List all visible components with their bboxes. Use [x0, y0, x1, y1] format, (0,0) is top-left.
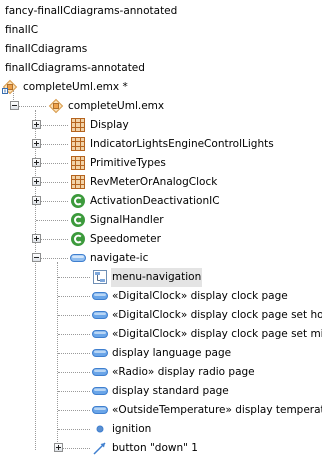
- collapse-icon[interactable]: [32, 253, 41, 262]
- tree-row[interactable]: «OutsideTemperature» display temperature…: [0, 401, 322, 420]
- tree-branch-connector: [58, 372, 90, 373]
- tree-item-label: Display: [90, 119, 129, 131]
- tree-item-label: «DigitalClock» display clock page set ho…: [112, 309, 322, 321]
- class-icon: [70, 212, 86, 228]
- tree-branch-connector: [58, 429, 90, 430]
- model-explorer-tree: fancy-finalICdiagrams-annotated finalIC fi…: [0, 0, 322, 455]
- tree-item-label: PrimitiveTypes: [90, 157, 166, 169]
- diagram-icon: [92, 269, 108, 285]
- tree-item-label: «Radio» display radio page: [112, 366, 255, 378]
- tree-branch-connector: [58, 296, 90, 297]
- tree-item-label: SignalHandler: [90, 214, 164, 226]
- tree-branch-connector: [58, 353, 90, 354]
- tree-item-label: «DigitalClock» display clock page: [112, 290, 288, 302]
- tree-row[interactable]: «Radio» display radio page: [0, 363, 322, 382]
- tree-item-label: RevMeterOrAnalogClock: [90, 176, 218, 188]
- tree-row[interactable]: finalICdiagrams-annotated: [0, 59, 322, 78]
- state-machine-icon: [70, 250, 86, 266]
- expand-icon[interactable]: [32, 234, 41, 243]
- tree-row[interactable]: SignalHandler: [0, 211, 322, 230]
- state-icon: [92, 326, 108, 342]
- tree-item-label: «OutsideTemperature» display temperature…: [112, 404, 322, 416]
- tree-item-label: completeUml.emx: [68, 100, 165, 112]
- tree-row[interactable]: ignition: [0, 420, 322, 439]
- tree-row[interactable]: button "down" 1: [0, 439, 322, 455]
- class-icon: [70, 193, 86, 209]
- initial-state-icon: [92, 421, 108, 437]
- expand-icon[interactable]: [32, 196, 41, 205]
- state-icon: [92, 364, 108, 380]
- tree-row[interactable]: RevMeterOrAnalogClock: [0, 173, 322, 192]
- state-icon: [92, 288, 108, 304]
- state-icon: [92, 402, 108, 418]
- tree-row[interactable]: Speedometer: [0, 230, 322, 249]
- tree-row[interactable]: «DigitalClock» display clock page set mi…: [0, 325, 322, 344]
- package-icon: [70, 136, 86, 152]
- tree-row[interactable]: IndicatorLightsEngineControlLights: [0, 135, 322, 154]
- state-icon: [92, 383, 108, 399]
- state-icon: [92, 345, 108, 361]
- expand-icon[interactable]: [32, 177, 41, 186]
- collapse-icon[interactable]: [10, 101, 19, 110]
- tree-branch-connector: [58, 391, 90, 392]
- tree-item-label: «DigitalClock» display clock page set mi…: [112, 328, 322, 340]
- state-icon: [92, 307, 108, 323]
- package-icon: [70, 155, 86, 171]
- package-icon: [70, 117, 86, 133]
- tree-item-label: completeUml.emx *: [23, 81, 128, 93]
- tree-row[interactable]: finalICdiagrams: [0, 40, 322, 59]
- tree-row[interactable]: PrimitiveTypes: [0, 154, 322, 173]
- expand-icon[interactable]: [54, 443, 63, 452]
- tree-row[interactable]: navigate-ic: [0, 249, 322, 268]
- uml-model-icon: [48, 98, 64, 114]
- tree-item-label: ignition: [112, 423, 152, 435]
- uml-model-file-icon: [2, 79, 18, 95]
- class-icon: [70, 231, 86, 247]
- expand-icon[interactable]: [32, 158, 41, 167]
- tree-branch-connector: [36, 220, 68, 221]
- tree-row[interactable]: Display: [0, 116, 322, 135]
- tree-item-label: IndicatorLightsEngineControlLights: [90, 138, 274, 150]
- tree-branch-connector: [58, 315, 90, 316]
- tree-row[interactable]: display language page: [0, 344, 322, 363]
- tree-item-label: finalICdiagrams: [5, 43, 88, 55]
- tree-item-label: fancy-finalICdiagrams-annotated: [5, 5, 178, 17]
- tree-row[interactable]: fancy-finalICdiagrams-annotated: [0, 2, 322, 21]
- tree-item-label: ActivationDeactivationIC: [90, 195, 220, 207]
- tree-item-label: finalIC: [5, 24, 39, 36]
- tree-item-label: menu-navigation: [111, 268, 203, 287]
- tree-row[interactable]: completeUml.emx *: [0, 78, 322, 97]
- tree-item-label: navigate-ic: [90, 252, 149, 264]
- tree-item-label: display language page: [112, 347, 232, 359]
- tree-row[interactable]: completeUml.emx: [0, 97, 322, 116]
- expand-icon[interactable]: [32, 139, 41, 148]
- tree-branch-connector: [58, 410, 90, 411]
- package-icon: [70, 174, 86, 190]
- expand-icon[interactable]: [32, 120, 41, 129]
- transition-icon: [92, 440, 108, 455]
- tree-branch-connector: [58, 277, 90, 278]
- tree-item-label: finalICdiagrams-annotated: [5, 62, 145, 74]
- tree-item-label: button "down" 1: [112, 442, 198, 454]
- tree-branch-connector: [58, 334, 90, 335]
- tree-row[interactable]: display standard page: [0, 382, 322, 401]
- tree-row[interactable]: menu-navigation: [0, 268, 322, 287]
- tree-row[interactable]: finalIC: [0, 21, 322, 40]
- tree-item-label: Speedometer: [90, 233, 161, 245]
- tree-row[interactable]: «DigitalClock» display clock page set ho…: [0, 306, 322, 325]
- tree-row[interactable]: ActivationDeactivationIC: [0, 192, 322, 211]
- tree-item-label: display standard page: [112, 385, 229, 397]
- tree-row[interactable]: «DigitalClock» display clock page: [0, 287, 322, 306]
